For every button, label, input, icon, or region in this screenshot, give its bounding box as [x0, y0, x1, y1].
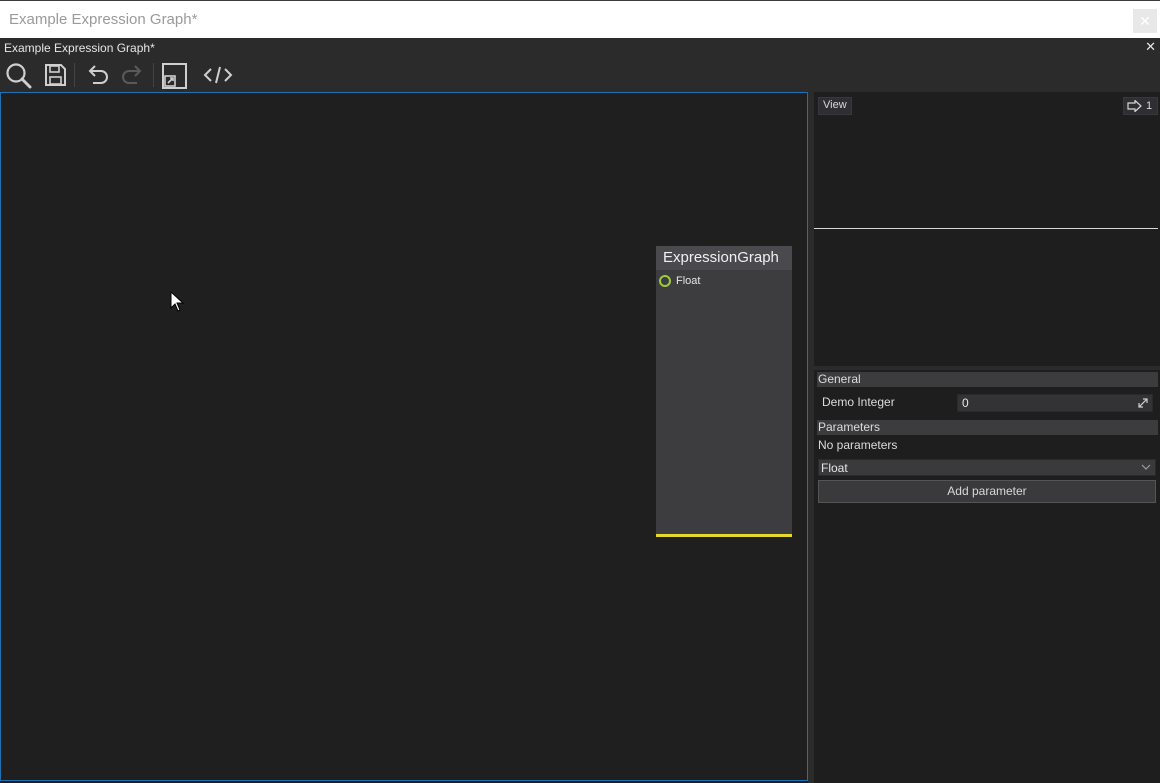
search-icon	[6, 63, 32, 89]
node-title: ExpressionGraph	[656, 246, 792, 270]
pin-circle-icon[interactable]	[659, 275, 671, 287]
toolbar	[0, 57, 1160, 92]
code-icon	[203, 66, 233, 84]
graph-canvas[interactable]: ExpressionGraph Float	[0, 92, 808, 781]
undo-button[interactable]	[82, 60, 112, 90]
save-button[interactable]	[40, 60, 70, 90]
panel-separator[interactable]	[814, 366, 1160, 370]
expression-graph-node[interactable]: ExpressionGraph Float	[656, 246, 792, 537]
search-button[interactable]	[3, 60, 33, 90]
arrow-right-icon	[1127, 100, 1142, 112]
undo-icon	[88, 65, 108, 84]
view-counter-value: 1	[1146, 100, 1153, 112]
view-counter-button[interactable]: 1	[1123, 97, 1158, 115]
parameter-type-value: Float	[821, 461, 848, 475]
save-icon	[45, 64, 66, 86]
mouse-cursor-icon	[170, 291, 185, 312]
fit-view-button[interactable]	[160, 60, 190, 90]
pin-label: Float	[676, 275, 701, 287]
chevron-down-icon	[1141, 464, 1151, 470]
code-button[interactable]	[203, 60, 233, 90]
view-button[interactable]: View	[818, 97, 852, 115]
window-title: Example Expression Graph*	[9, 11, 198, 28]
window-titlebar: Example Expression Graph* ✕	[0, 0, 1160, 38]
add-parameter-button[interactable]: Add parameter	[818, 480, 1156, 503]
parameters-section-header[interactable]: Parameters	[817, 420, 1158, 435]
node-pin-float[interactable]: Float	[659, 274, 700, 288]
redo-icon	[122, 65, 142, 84]
editor-tab-bar: Example Expression Graph* ✕	[0, 38, 1160, 57]
parameter-type-dropdown[interactable]: Float	[818, 459, 1156, 476]
preview-graph-line	[814, 228, 1158, 229]
toolbar-separator	[74, 63, 75, 87]
editor-tab-title: Example Expression Graph*	[4, 41, 155, 55]
demo-integer-value: 0	[962, 396, 969, 410]
redo-button[interactable]	[118, 60, 148, 90]
demo-integer-field[interactable]: 0	[957, 394, 1153, 412]
general-section-header[interactable]: General	[817, 372, 1158, 387]
right-panel: View 1 General Demo Integer 0 Parameters…	[814, 92, 1160, 783]
no-parameters-text: No parameters	[818, 438, 898, 452]
expand-icon[interactable]	[1137, 397, 1149, 409]
preview-viewport[interactable]: View 1	[814, 92, 1160, 366]
window-close-button[interactable]: ✕	[1133, 9, 1157, 33]
fit-view-icon	[162, 63, 187, 89]
editor-tab-close-button[interactable]: ✕	[1145, 39, 1156, 55]
demo-integer-label: Demo Integer	[822, 395, 895, 409]
toolbar-separator	[153, 63, 154, 87]
